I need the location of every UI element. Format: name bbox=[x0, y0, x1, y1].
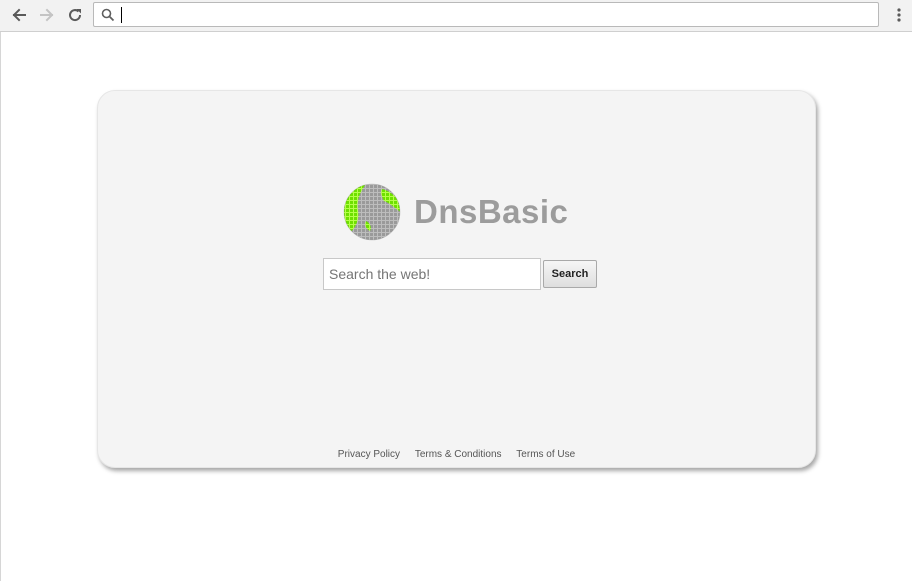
terms-of-use-link[interactable]: Terms of Use bbox=[516, 449, 575, 460]
browser-menu-button[interactable] bbox=[890, 4, 908, 26]
page-content: DnsBasic Search Privacy Policy Terms & C… bbox=[0, 32, 912, 581]
search-panel: DnsBasic Search Privacy Policy Terms & C… bbox=[97, 90, 816, 468]
kebab-menu-icon bbox=[897, 8, 901, 22]
search-button[interactable]: Search bbox=[543, 260, 597, 288]
browser-toolbar bbox=[0, 0, 912, 32]
brand-name: DnsBasic bbox=[414, 193, 569, 230]
dnsbasic-logo: DnsBasic bbox=[342, 181, 582, 245]
arrow-left-icon bbox=[12, 8, 26, 22]
privacy-policy-link[interactable]: Privacy Policy bbox=[338, 449, 400, 460]
terms-conditions-link[interactable]: Terms & Conditions bbox=[415, 449, 502, 460]
reload-button[interactable] bbox=[63, 4, 87, 26]
address-bar[interactable] bbox=[93, 2, 879, 27]
reload-icon bbox=[69, 9, 82, 22]
back-button[interactable] bbox=[7, 4, 31, 26]
text-caret bbox=[121, 7, 122, 23]
search-icon bbox=[101, 8, 115, 22]
forward-button[interactable] bbox=[35, 4, 59, 26]
search-input[interactable] bbox=[323, 258, 541, 290]
footer-links: Privacy Policy Terms & Conditions Terms … bbox=[98, 449, 815, 460]
globe-logo-icon bbox=[343, 183, 401, 241]
address-input[interactable] bbox=[118, 5, 870, 24]
arrow-right-icon bbox=[40, 8, 54, 22]
